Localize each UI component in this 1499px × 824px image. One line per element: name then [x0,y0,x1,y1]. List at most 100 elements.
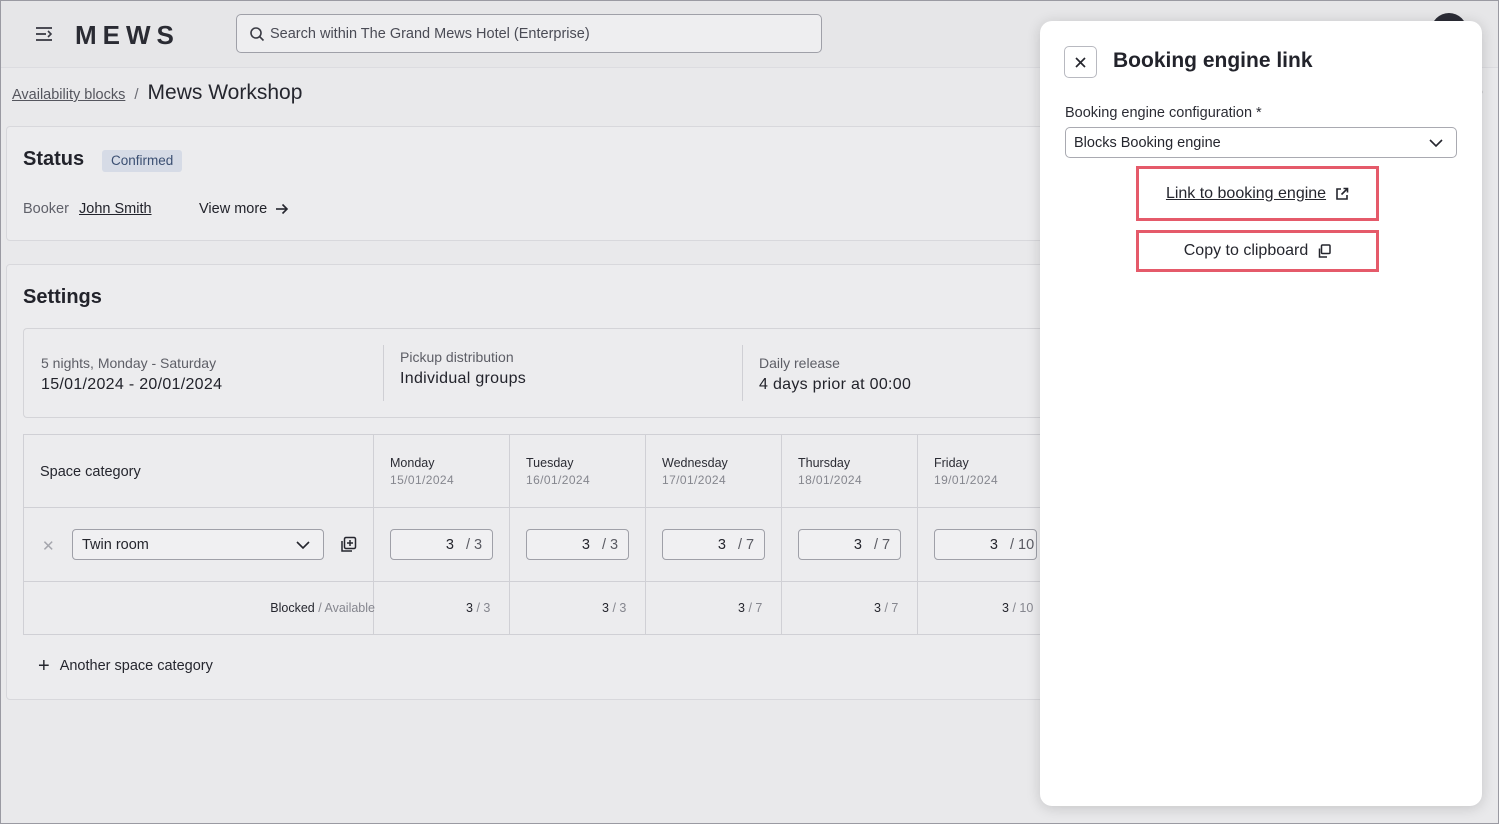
quantity-input-wednesday[interactable]: 3 / 7 [662,529,765,560]
config-select[interactable]: Blocks Booking engine [1065,127,1457,158]
total-blocked: 3 [738,601,745,615]
summary-divider [383,345,384,401]
total-monday: 3 / 3 [466,601,490,615]
quantity-input-thursday[interactable]: 3 / 7 [798,529,901,560]
quantity-available: / 7 [874,537,891,553]
day-date: 15/01/2024 [390,473,455,487]
totals-label: Blocked / Available [270,601,375,615]
link-to-booking-engine[interactable]: Link to booking engine [1166,185,1349,203]
totals-label-blocked: Blocked [270,601,315,615]
quantity-value: 3 [989,537,998,553]
space-category-value: Twin room [82,537,149,553]
table-row: ✕ Twin room 3 / 3 3 / 3 3 / 7 3 / 7 3 / … [24,508,1067,582]
quantity-value: 3 [717,537,726,553]
breadcrumb: Availability blocks / Mews Workshop [12,81,302,107]
grid-header-row: Space category Monday 15/01/2024 Tuesday… [24,435,1067,508]
view-more-label: View more [199,201,268,217]
settings-title: Settings [23,286,102,308]
total-available: / 3 [476,601,491,615]
summary-pickup-value: Individual groups [400,370,527,387]
summary-release-label: Daily release [759,355,840,371]
total-thursday: 3 / 7 [874,601,898,615]
day-name: Wednesday [662,456,728,470]
summary-release-value: 4 days prior at 00:00 [759,376,912,393]
day-header-tuesday: Tuesday 16/01/2024 [526,456,590,487]
total-available: / 7 [748,601,763,615]
config-select-value: Blocks Booking engine [1074,135,1221,151]
duplicate-icon[interactable] [340,536,357,553]
link-label: Link to booking engine [1165,184,1327,202]
search-icon [250,27,265,42]
app-window: MEWS Search within The Grand Mews Hotel … [0,0,1499,824]
summary-divider [742,345,743,401]
breadcrumb-link-availability-blocks[interactable]: Availability blocks [12,87,125,103]
status-badge: Confirmed [102,150,183,172]
summary-nights: 5 nights, Monday - Saturday 15/01/2024 -… [41,329,381,417]
quantity-available: / 7 [738,537,755,553]
quantity-input-friday[interactable]: 3 / 10 [934,529,1037,560]
total-available: / 7 [884,601,899,615]
status-title: Status [23,148,85,170]
total-wednesday: 3 / 7 [738,601,762,615]
arrow-right-icon [276,203,289,215]
summary-release: Daily release 4 days prior at 00:00 [759,329,1059,417]
total-blocked: 3 [874,601,881,615]
total-available: / 10 [1012,601,1034,615]
copy-label: Copy to clipboard [1183,242,1309,259]
day-date: 16/01/2024 [526,473,591,487]
chevron-down-icon [1429,139,1443,148]
menu-icon[interactable] [34,25,54,43]
search-placeholder: Search within The Grand Mews Hotel (Ente… [270,26,590,42]
plus-icon: + [38,655,50,677]
chevron-down-icon [296,541,310,550]
close-icon [1075,56,1086,68]
add-space-category-button[interactable]: + Another space category [38,655,213,677]
settings-summary: 5 nights, Monday - Saturday 15/01/2024 -… [23,328,1067,418]
booker-name-link[interactable]: John Smith [79,201,152,217]
status-card: Status Confirmed Booker John Smith View … [6,126,1066,241]
panel-title: Booking engine link [1113,49,1313,72]
day-name: Friday [934,456,969,470]
external-link-icon [1336,187,1349,200]
quantity-value: 3 [445,537,454,553]
total-tuesday: 3 / 3 [602,601,626,615]
view-more-button[interactable]: View more [199,201,289,217]
add-space-category-label: Another space category [59,658,213,674]
remove-row-button[interactable]: ✕ [42,537,55,555]
quantity-input-tuesday[interactable]: 3 / 3 [526,529,629,560]
day-date: 19/01/2024 [934,473,999,487]
summary-nights-value: 15/01/2024 - 20/01/2024 [41,376,223,393]
totals-row: Blocked / Available 3 / 3 3 / 3 3 / 7 3 [24,582,1067,634]
copy-highlight: Copy to clipboard [1136,230,1379,272]
quantity-available: / 3 [602,537,619,553]
space-category-select[interactable]: Twin room [72,529,324,560]
day-date: 17/01/2024 [662,473,727,487]
quantity-value: 3 [581,537,590,553]
page-title: Mews Workshop [147,81,303,104]
day-header-thursday: Thursday 18/01/2024 [798,456,862,487]
copy-to-clipboard-button[interactable]: Copy to clipboard [1184,242,1332,260]
day-name: Tuesday [526,456,574,470]
total-blocked: 3 [466,601,473,615]
search-input[interactable]: Search within The Grand Mews Hotel (Ente… [236,14,822,53]
quantity-available: / 10 [1010,537,1035,553]
space-category-header: Space category [40,464,141,480]
booking-engine-panel: Booking engine link Booking engine confi… [1040,21,1482,806]
total-blocked: 3 [1002,601,1009,615]
totals-label-available: / Available [318,601,375,615]
copy-icon [1319,244,1331,258]
day-header-friday: Friday 19/01/2024 [934,456,998,487]
close-button[interactable] [1064,46,1097,78]
space-category-grid: Space category Monday 15/01/2024 Tuesday… [23,434,1067,635]
quantity-input-monday[interactable]: 3 / 3 [390,529,493,560]
total-available: / 3 [612,601,627,615]
breadcrumb-separator: / [134,86,139,103]
day-name: Monday [390,456,435,470]
config-label: Booking engine configuration * [1065,105,1262,121]
logo[interactable]: MEWS [75,20,180,51]
link-highlight: Link to booking engine [1136,166,1379,221]
day-date: 18/01/2024 [798,473,863,487]
day-header-wednesday: Wednesday 17/01/2024 [662,456,728,487]
day-header-monday: Monday 15/01/2024 [390,456,454,487]
total-blocked: 3 [602,601,609,615]
